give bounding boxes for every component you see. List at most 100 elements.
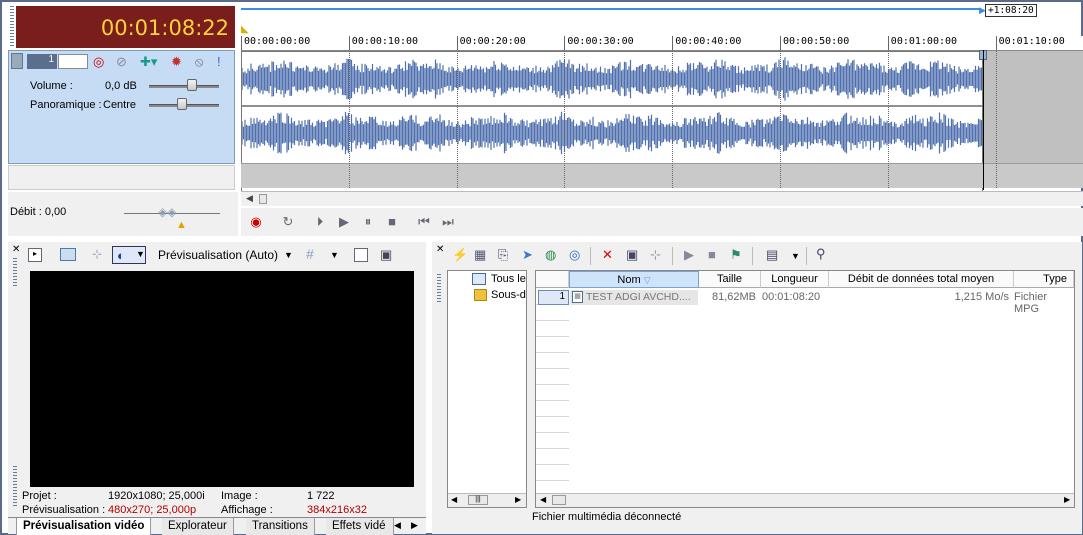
timeline-hscrollbar[interactable]: ◀ [241,191,1083,206]
remove-unused-icon[interactable]: ◍ [545,248,556,262]
get-media-web-icon[interactable]: ⎘ [498,248,508,262]
play-button[interactable]: ▶ [335,213,353,231]
preview-play-icon[interactable]: ▶ [684,248,694,262]
quality-icon: ◐ [117,248,125,263]
scroll-right-icon[interactable]: ▶ [515,495,521,504]
ruler-tick-label: 00:00:00:00 [241,36,310,50]
scroll-right-icon[interactable]: ▶ [1064,495,1070,504]
search-icon[interactable]: ⚲ [816,247,826,261]
projet-value: 1920x1080; 25,000i [108,490,205,502]
copy-snapshot-icon[interactable] [354,248,368,262]
tab-scroll-right-icon[interactable]: ▶ [411,520,418,531]
timeline-area[interactable]: 00:00:00:00 00:00:10:00 00:00:20:00 00:00:3… [241,36,1083,197]
column-header-name[interactable]: Nom ▽ [569,271,699,288]
volume-slider-thumb[interactable] [187,79,197,91]
views-icon[interactable]: ▤ [766,248,778,262]
tab-video-effects[interactable]: Effets vidé [326,518,394,535]
save-snapshot-icon[interactable]: ▣ [380,247,392,263]
external-monitor-icon[interactable] [60,248,76,261]
chevron-down-icon[interactable]: ▼ [136,249,145,259]
tab-transitions[interactable]: Transitions [246,518,315,535]
grid-line [348,51,350,188]
track-minimize-icon[interactable] [11,53,23,69]
effects-chain-icon[interactable]: ✚▾ [140,55,157,69]
media-properties-icon[interactable]: ◎ [569,248,580,262]
column-header-rate[interactable]: Débit de données total moyen [829,271,1014,288]
video-fx-icon[interactable]: ▸ [28,248,42,262]
timeline-empty-area[interactable] [241,163,1083,188]
media-bins-tree: Tous le Sous-d ◀ ||| ▶ [447,270,527,508]
invert-phase-icon[interactable]: ⊘ [116,55,127,69]
smart-split-icon[interactable]: ⊹ [650,248,661,262]
row-index-cell [536,369,569,385]
tab-scroll-left-icon[interactable]: ◀ [394,520,401,531]
automation-icon[interactable]: ✹ [171,55,182,69]
volume-slider-track[interactable] [149,85,219,88]
track-name-field[interactable] [58,54,88,69]
scroll-thumb[interactable]: ||| [468,495,488,505]
timecode-display: 00:01:08:22 [16,6,235,48]
projet-label: Projet : [22,490,57,502]
scroll-thumb[interactable] [552,495,566,505]
close-panel-icon[interactable]: ✕ [436,244,444,255]
media-fx-icon[interactable]: ▣ [626,248,638,262]
loop-button[interactable]: ↻ [279,213,297,231]
close-panel-icon[interactable]: ✕ [12,244,20,255]
scroll-left-icon[interactable]: ◀ [246,193,253,204]
preview-stop-icon[interactable]: ■ [708,248,716,262]
delete-icon[interactable]: ✕ [602,248,613,262]
import-media-icon[interactable]: ⚡ [452,248,468,262]
pause-button[interactable]: ⏸ [359,213,377,231]
list-hscrollbar[interactable]: ◀ ▶ [536,493,1074,507]
tab-preview-video[interactable]: Prévisualisation vidéo [16,518,152,535]
preview-quality-button[interactable]: ◐ ▼ [112,246,146,264]
media-list: Nom ▽ Taille Longueur Débit de données t… [535,270,1075,508]
capture-video-icon[interactable]: ▦ [474,248,486,262]
chevron-down-icon[interactable]: ▼ [791,251,800,261]
previs-value: 480x270; 25,000p [108,504,197,516]
chevron-down-icon[interactable]: ▼ [284,250,293,260]
scroll-left-icon[interactable]: ◀ [451,495,457,504]
time-ruler[interactable]: 00:00:00:00 00:00:10:00 00:00:20:00 00:00:3… [241,36,1083,51]
record-arm-icon[interactable]: ◎ [93,55,104,69]
transport-bar: ◉ ↻ ⏵ ▶ ⏸ ■ ⏮ ⏭ [241,208,1083,236]
tab-explorer[interactable]: Explorateur [162,518,234,535]
pan-label: Panoramique : [30,99,102,111]
scroll-thumb[interactable] [259,194,267,204]
playhead-line [983,50,984,190]
preview-mode-select[interactable]: Prévisualisation (Auto) [158,248,278,262]
panel-grip[interactable] [437,274,441,304]
tree-hscrollbar[interactable]: ◀ ||| ▶ [448,493,526,507]
rate-slider-thumb-icon[interactable]: ◈◈ [158,205,176,219]
extract-audio-icon[interactable]: ➤ [522,248,533,262]
record-button[interactable]: ◉ [247,213,265,231]
chevron-down-icon[interactable]: ▼ [330,250,339,260]
tree-item-all-media[interactable]: Tous le [491,273,526,285]
column-header-length[interactable]: Longueur [761,271,829,288]
play-from-start-button[interactable]: ⏵ [311,213,329,231]
project-media-panel: ✕ ⚡ ▦ ⎘ ➤ ◍ ◎ ✕ ▣ ⊹ ▶ ■ ⚑ ▤ ▼ ⚲ Tous le … [432,242,1082,534]
go-to-end-button[interactable]: ⏭ [439,213,457,231]
scroll-left-icon[interactable]: ◀ [540,495,546,504]
panel-grip[interactable] [13,466,17,506]
grid-overlay-icon[interactable]: # [306,246,314,262]
column-header-size[interactable]: Taille [699,271,761,288]
column-header-type[interactable]: Type [1014,271,1074,288]
pan-slider-thumb[interactable] [177,98,187,110]
empty-track-area[interactable] [983,51,1083,163]
panel-grip[interactable] [13,258,17,286]
master-rate-area: Débit : 0,00 ◈◈ ▲ [8,192,238,236]
mute-icon[interactable]: ⦸ [195,55,203,69]
stop-button[interactable]: ■ [383,213,401,231]
go-to-start-button[interactable]: ⏮ [415,213,433,231]
tree-item-sub-bin[interactable]: Sous-d [491,289,526,301]
table-row[interactable]: ▦ TEST ADGI AVCHD.... [570,290,698,305]
auto-preview-icon[interactable]: ⚑ [730,248,742,262]
panel-grip[interactable] [10,6,14,46]
loop-region-bar[interactable] [241,8,981,10]
grid-line [456,51,458,188]
audio-track-header[interactable]: 1 ◎ ⊘ ✚▾ ✹ ⦸ ! Volume : 0,0 dB Panoramiq… [8,50,235,164]
solo-icon[interactable]: ! [217,55,221,69]
split-screen-icon[interactable]: ⊹ [92,247,102,261]
cursor-marker-icon[interactable]: ◣ [241,24,249,35]
